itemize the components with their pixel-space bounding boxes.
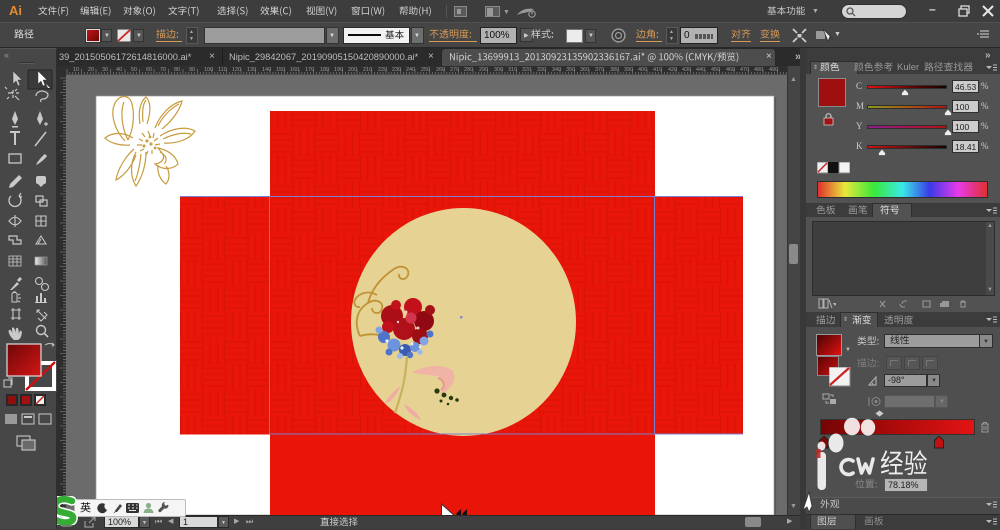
svg-text:270: 270 <box>450 67 459 73</box>
svg-text:190: 190 <box>334 67 343 73</box>
svg-text:420: 420 <box>668 67 677 73</box>
svg-text:150: 150 <box>276 67 285 73</box>
svg-text:110: 110 <box>218 67 227 73</box>
svg-text:410: 410 <box>653 67 662 73</box>
svg-text:480: 480 <box>754 67 763 73</box>
svg-text:320: 320 <box>522 67 531 73</box>
svg-text:200: 200 <box>348 67 357 73</box>
svg-text:450: 450 <box>711 67 720 73</box>
svg-text:120: 120 <box>232 67 241 73</box>
svg-text:390: 390 <box>624 67 633 73</box>
svg-text:70: 70 <box>160 67 166 73</box>
svg-text:170: 170 <box>305 67 314 73</box>
svg-text:140: 140 <box>262 67 271 73</box>
svg-text:370: 370 <box>595 67 604 73</box>
svg-text:210: 210 <box>363 67 372 73</box>
svg-text:240: 240 <box>406 67 415 73</box>
svg-text:460: 460 <box>726 67 735 73</box>
svg-text:90: 90 <box>189 67 195 73</box>
svg-text:250: 250 <box>421 67 430 73</box>
svg-text:220: 220 <box>378 67 387 73</box>
svg-text:260: 260 <box>436 67 445 73</box>
svg-text:400: 400 <box>638 67 647 73</box>
svg-text:30: 30 <box>102 67 108 73</box>
svg-text:130: 130 <box>247 67 256 73</box>
svg-text:440: 440 <box>696 67 705 73</box>
svg-text:360: 360 <box>580 67 589 73</box>
svg-text:470: 470 <box>740 67 749 73</box>
svg-text:490: 490 <box>769 67 778 73</box>
svg-text:40: 40 <box>116 67 122 73</box>
svg-text:50: 50 <box>131 67 137 73</box>
svg-text:330: 330 <box>537 67 546 73</box>
svg-text:340: 340 <box>552 67 561 73</box>
svg-text:20: 20 <box>88 67 94 73</box>
svg-text:430: 430 <box>682 67 691 73</box>
svg-text:60: 60 <box>146 67 152 73</box>
svg-text:380: 380 <box>610 67 619 73</box>
svg-text:230: 230 <box>392 67 401 73</box>
svg-text:290: 290 <box>479 67 488 73</box>
svg-text:160: 160 <box>290 67 299 73</box>
svg-text:310: 310 <box>508 67 517 73</box>
svg-text:280: 280 <box>464 67 473 73</box>
svg-text:350: 350 <box>566 67 575 73</box>
svg-text:10: 10 <box>73 67 79 73</box>
svg-text:100: 100 <box>204 67 213 73</box>
svg-text:180: 180 <box>320 67 329 73</box>
svg-text:80: 80 <box>174 67 180 73</box>
svg-text:300: 300 <box>494 67 503 73</box>
